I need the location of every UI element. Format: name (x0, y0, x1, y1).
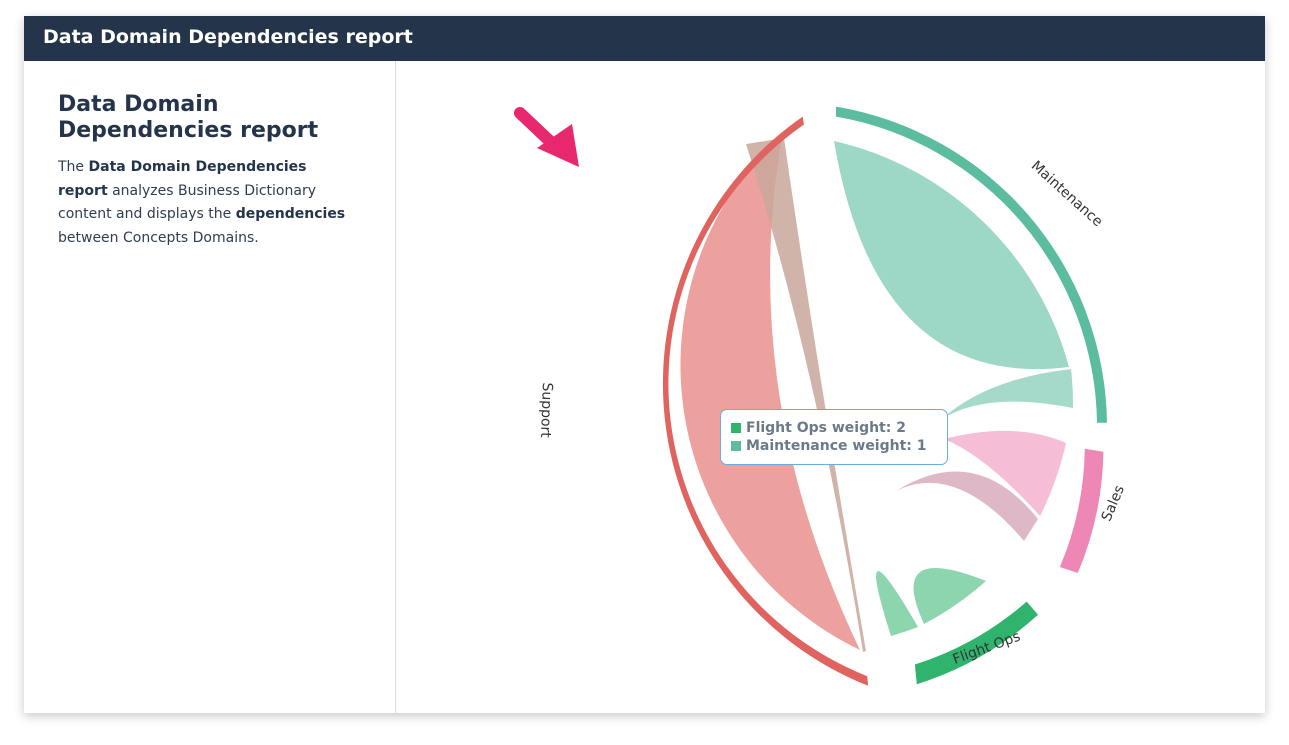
panel-title: Data Domain Dependencies report (58, 92, 319, 143)
description-panel: Data Domain Dependencies report The Data… (24, 61, 396, 713)
chord-diagram: Support Maintenance Sales Flight Ops (514, 106, 1128, 686)
arrow-pointer-icon (514, 107, 579, 167)
desc-text-1: The (58, 159, 89, 175)
report-card: Data Domain Dependencies report Data Dom… (24, 16, 1265, 713)
report-header-title: Data Domain Dependencies report (43, 26, 413, 48)
chord-diagram-area: Support Maintenance Sales Flight Ops Fli… (396, 61, 1265, 713)
tooltip-row-flight-ops: Flight Ops weight: 2 (731, 419, 947, 437)
panel-description: The Data Domain Dependencies report anal… (58, 156, 358, 250)
legend-swatch-icon (731, 441, 741, 451)
desc-text-3: between Concepts Domains. (58, 229, 259, 246)
arc-sales[interactable] (1059, 448, 1104, 573)
tooltip-label-maintenance: Maintenance weight: 1 (746, 438, 927, 454)
label-sales: Sales (1099, 483, 1128, 524)
tooltip-label-flight-ops: Flight Ops weight: 2 (746, 420, 906, 436)
label-support: Support (537, 382, 555, 438)
title-bar: Data Domain Dependencies report (24, 16, 1265, 61)
legend-swatch-icon (731, 423, 741, 433)
desc-bold-dependencies: dependencies (235, 206, 346, 222)
label-maintenance: Maintenance (1028, 158, 1106, 230)
ribbon-flightops-support[interactable] (876, 571, 918, 636)
ribbon-maintenance-self[interactable] (834, 141, 1069, 370)
ribbon-flightops-self[interactable] (913, 567, 986, 624)
ribbon-maintenance-flightops[interactable] (942, 369, 1074, 419)
tooltip-row-maintenance: Maintenance weight: 1 (731, 437, 947, 455)
chord-tooltip: Flight Ops weight: 2 Maintenance weight:… (720, 409, 948, 465)
